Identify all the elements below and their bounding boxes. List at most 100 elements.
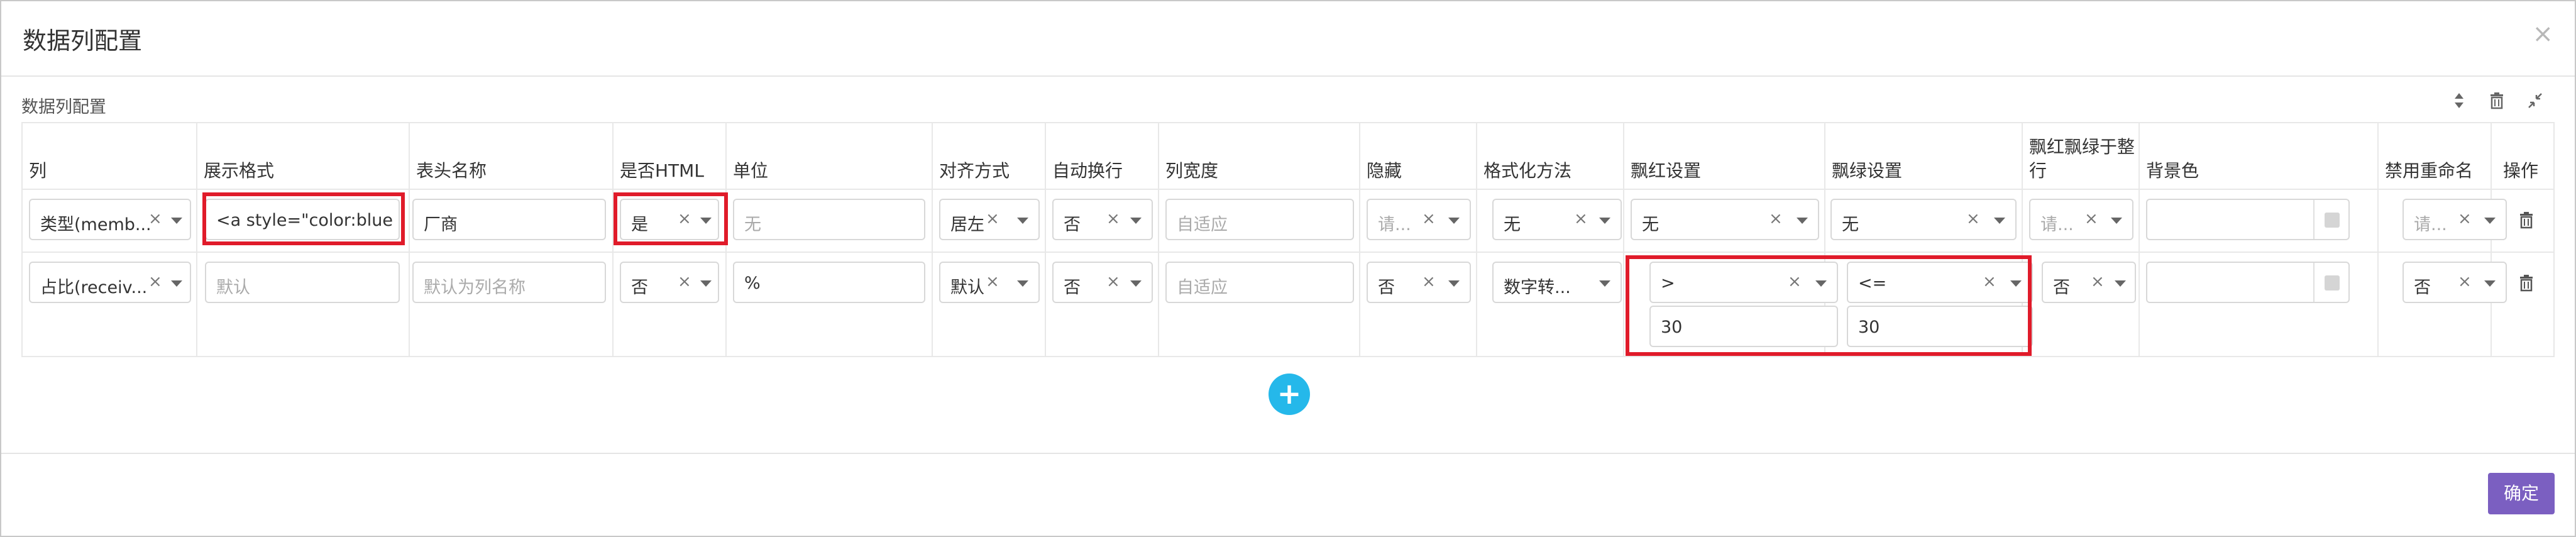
chevron-down-icon[interactable] <box>1599 280 1610 287</box>
clear-icon[interactable]: × <box>986 209 999 228</box>
header-name: 表头名称 <box>416 160 487 181</box>
align-value: 默认 <box>950 278 984 297</box>
dialog-title: 数据列配置 <box>23 27 143 55</box>
header-format: 展示格式 <box>204 160 275 181</box>
green-value: 无 <box>1842 215 1859 235</box>
panel-title: 数据列配置 <box>21 97 106 117</box>
header-ops: 操作 <box>2503 160 2539 181</box>
clear-icon[interactable]: × <box>148 272 162 291</box>
clear-icon[interactable]: × <box>1106 272 1120 291</box>
header-align: 对齐方式 <box>939 160 1010 181</box>
clear-icon[interactable]: × <box>2458 209 2472 228</box>
green-select[interactable]: 无 × <box>1830 199 2017 240</box>
no-rename-select[interactable]: 请... × <box>2403 199 2507 240</box>
chevron-down-icon[interactable] <box>2484 280 2496 287</box>
chevron-down-icon[interactable] <box>1448 218 1460 224</box>
width-input[interactable]: 自适应 <box>1165 262 1354 303</box>
col-select[interactable]: 占比(receiv... × <box>29 262 191 303</box>
header-name-value: 默认为列名称 <box>424 278 526 297</box>
chevron-down-icon[interactable] <box>2115 280 2126 287</box>
clear-icon[interactable]: × <box>678 272 691 291</box>
chevron-down-icon[interactable] <box>1599 218 1610 224</box>
clear-icon[interactable]: × <box>1422 272 1436 291</box>
chevron-down-icon[interactable] <box>1130 218 1142 224</box>
header-name-input[interactable]: 厂商 <box>412 199 606 240</box>
chevron-down-icon[interactable] <box>1994 218 2005 224</box>
dialog-header: 数据列配置 × <box>1 1 2575 77</box>
red-select[interactable]: 无 × <box>1631 199 1819 240</box>
column-config-dialog: 数据列配置 × 数据列配置 列 展示格式 表头名称 是否HTML 单位 对齐方式… <box>0 0 2576 537</box>
clear-icon[interactable]: × <box>986 272 999 291</box>
clear-icon[interactable]: × <box>2084 209 2098 228</box>
sort-icon[interactable] <box>2453 92 2465 109</box>
clear-icon[interactable]: × <box>1769 209 1783 228</box>
chevron-down-icon[interactable] <box>2111 218 2122 224</box>
bg-color-input[interactable] <box>2146 199 2350 240</box>
close-icon[interactable]: × <box>2532 21 2553 47</box>
clear-icon[interactable]: × <box>148 209 162 228</box>
column-config-panel: 数据列配置 列 展示格式 表头名称 是否HTML 单位 对齐方式 自动换行 列宽… <box>21 89 2555 360</box>
clear-icon[interactable]: × <box>1422 209 1436 228</box>
wrap-value: 否 <box>1064 215 1081 235</box>
clear-icon[interactable]: × <box>2091 272 2105 291</box>
divider <box>2377 123 2379 356</box>
hide-select[interactable]: 否 × <box>1367 262 1471 303</box>
chevron-down-icon[interactable] <box>2484 218 2496 224</box>
unit-input[interactable]: 无 <box>733 199 925 240</box>
header-green: 飘绿设置 <box>1832 160 1903 181</box>
header-hide: 隐藏 <box>1367 160 1402 181</box>
format-input[interactable]: 默认 <box>205 262 400 303</box>
align-select[interactable]: 默认 × <box>939 262 1040 303</box>
chevron-down-icon[interactable] <box>1130 280 1142 287</box>
header-integer-line2: 行 <box>2029 160 2047 181</box>
chevron-down-icon[interactable] <box>171 218 182 224</box>
color-picker-icon[interactable] <box>2325 275 2340 291</box>
chevron-down-icon[interactable] <box>1017 280 1028 287</box>
chevron-down-icon[interactable] <box>1797 218 1808 224</box>
collapse-icon[interactable] <box>2527 92 2543 109</box>
no-rename-value: 否 <box>2414 278 2431 297</box>
header-is-html: 是否HTML <box>620 160 704 181</box>
clear-icon[interactable]: × <box>2458 272 2472 291</box>
footer-divider <box>1 453 2575 454</box>
ok-button[interactable]: 确定 <box>2488 473 2555 514</box>
wrap-select[interactable]: 否 × <box>1052 199 1153 240</box>
width-input[interactable]: 自适应 <box>1165 199 1354 240</box>
divider <box>932 123 933 356</box>
wrap-value: 否 <box>1064 278 1081 297</box>
row-divider <box>23 252 2553 253</box>
highlight-box <box>1626 255 2032 356</box>
align-select[interactable]: 居左 × <box>939 199 1040 240</box>
header-col: 列 <box>29 160 47 181</box>
no-rename-select[interactable]: 否 × <box>2403 262 2507 303</box>
clear-icon[interactable]: × <box>1106 209 1120 228</box>
chevron-down-icon[interactable] <box>1017 218 1028 224</box>
integer-select[interactable]: 请... × <box>2029 199 2133 240</box>
delete-all-icon[interactable] <box>2489 92 2504 109</box>
divider <box>1158 123 1159 356</box>
add-row-button[interactable]: + <box>1269 374 1310 415</box>
clear-icon[interactable]: × <box>1574 209 1588 228</box>
hide-value: 否 <box>1378 278 1395 297</box>
header-width: 列宽度 <box>1165 160 1219 181</box>
delete-row-icon[interactable] <box>2518 211 2535 229</box>
hide-select[interactable]: 请... × <box>1367 199 1471 240</box>
formatter-select[interactable]: 数字转... <box>1492 262 1622 303</box>
formatter-select[interactable]: 无 × <box>1492 199 1622 240</box>
chevron-down-icon[interactable] <box>700 280 712 287</box>
chevron-down-icon[interactable] <box>171 280 182 287</box>
color-picker-icon[interactable] <box>2325 213 2340 228</box>
integer-select[interactable]: 否 × <box>2042 262 2136 303</box>
formatter-value: 无 <box>1504 215 1521 235</box>
unit-input[interactable]: % <box>733 262 925 303</box>
clear-icon[interactable]: × <box>1966 209 1980 228</box>
col-select[interactable]: 类型(memb... × <box>29 199 191 240</box>
delete-row-icon[interactable] <box>2518 274 2535 292</box>
unit-value: % <box>744 274 761 293</box>
wrap-select[interactable]: 否 × <box>1052 262 1153 303</box>
bg-color-input[interactable] <box>2146 262 2350 303</box>
header-integer: 飘红飘绿于整 <box>2029 136 2135 157</box>
chevron-down-icon[interactable] <box>1448 280 1460 287</box>
is-html-select[interactable]: 否 × <box>620 262 719 303</box>
header-name-input[interactable]: 默认为列名称 <box>412 262 606 303</box>
